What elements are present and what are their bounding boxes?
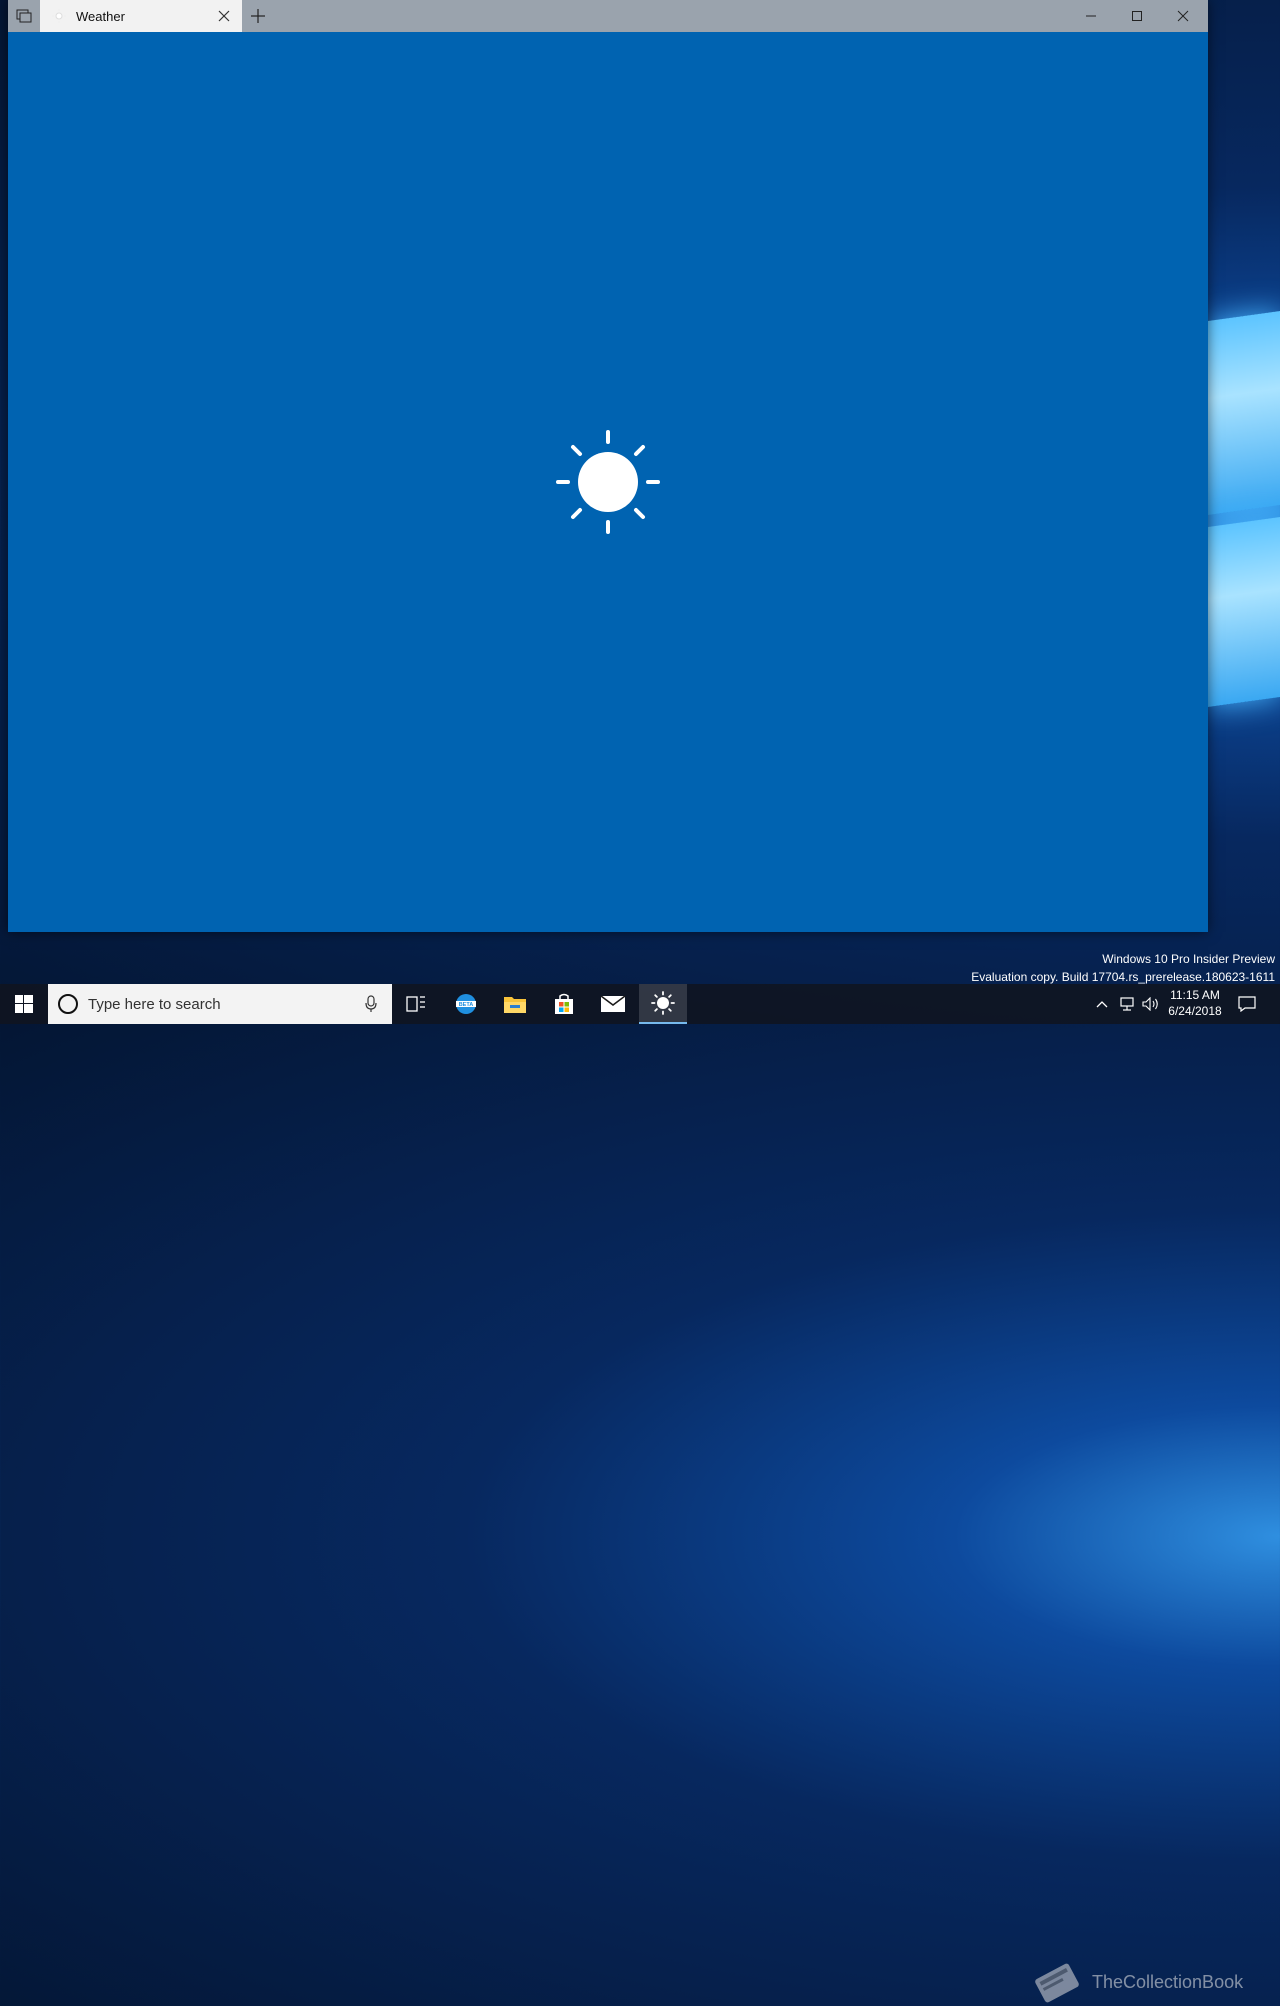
weather-tab-icon bbox=[52, 9, 66, 23]
search-box[interactable]: Type here to search bbox=[48, 984, 392, 1024]
thecollectionbook-watermark-logo: TheCollectionBook bbox=[1030, 1960, 1270, 2006]
file-explorer-button[interactable] bbox=[491, 984, 539, 1024]
microphone-icon[interactable] bbox=[364, 995, 378, 1013]
minimize-icon bbox=[1086, 15, 1096, 17]
network-button[interactable] bbox=[1116, 984, 1138, 1024]
clock[interactable]: 11:15 AM 6/24/2018 bbox=[1158, 987, 1232, 1019]
close-icon bbox=[1177, 10, 1189, 22]
tab-switcher-button[interactable] bbox=[8, 0, 40, 32]
weather-sun-splash-icon bbox=[556, 430, 660, 534]
edition-text: Windows 10 Pro Insider Preview bbox=[1102, 952, 1275, 966]
tabs-icon bbox=[16, 9, 32, 23]
book-icon bbox=[1035, 1963, 1079, 2003]
tab-title: Weather bbox=[76, 9, 125, 24]
tab-weather[interactable]: Weather bbox=[40, 0, 242, 32]
task-view-icon bbox=[406, 996, 425, 1012]
maximize-icon bbox=[1132, 11, 1142, 21]
minimize-button[interactable] bbox=[1068, 0, 1114, 32]
task-view-button[interactable] bbox=[392, 984, 440, 1024]
title-bar[interactable]: Weather bbox=[8, 0, 1208, 32]
watermark-logo-text: TheCollectionBook bbox=[1092, 1972, 1244, 1992]
notifications-icon bbox=[1238, 996, 1256, 1012]
maximize-button[interactable] bbox=[1114, 0, 1160, 32]
weather-sun-icon bbox=[651, 991, 675, 1015]
close-button[interactable] bbox=[1160, 0, 1206, 32]
chevron-up-icon bbox=[1096, 1001, 1108, 1008]
edge-beta-icon: BETA bbox=[456, 994, 476, 1014]
show-hidden-icons-button[interactable] bbox=[1092, 984, 1112, 1024]
file-explorer-icon bbox=[504, 997, 526, 1013]
evaluation-watermark: Windows 10 Pro Insider Preview Evaluatio… bbox=[971, 950, 1275, 986]
svg-text:BETA: BETA bbox=[459, 1002, 474, 1008]
desktop-windows-logo bbox=[1208, 300, 1280, 720]
action-center-button[interactable] bbox=[1236, 984, 1258, 1024]
search-placeholder: Type here to search bbox=[88, 996, 221, 1013]
new-tab-icon[interactable] bbox=[248, 6, 268, 26]
clock-time: 11:15 AM bbox=[1170, 988, 1220, 1002]
network-icon bbox=[1120, 997, 1134, 1011]
store-icon bbox=[555, 993, 573, 1014]
clock-date: 6/24/2018 bbox=[1168, 1004, 1222, 1018]
windows-logo-icon bbox=[15, 995, 33, 1013]
mail-icon bbox=[600, 995, 626, 1012]
weather-taskbar-button[interactable] bbox=[639, 984, 687, 1024]
mail-button[interactable] bbox=[589, 984, 637, 1024]
weather-window: Weather bbox=[8, 0, 1208, 932]
close-tab-icon[interactable] bbox=[216, 8, 232, 24]
app-content bbox=[8, 32, 1208, 932]
cortana-icon bbox=[58, 994, 78, 1014]
taskbar: Type here to search BETA TheCollectionBo… bbox=[0, 984, 1280, 2003]
start-button[interactable] bbox=[0, 984, 48, 1024]
edge-beta-button[interactable]: BETA bbox=[442, 984, 490, 1024]
store-button[interactable] bbox=[540, 984, 588, 1024]
